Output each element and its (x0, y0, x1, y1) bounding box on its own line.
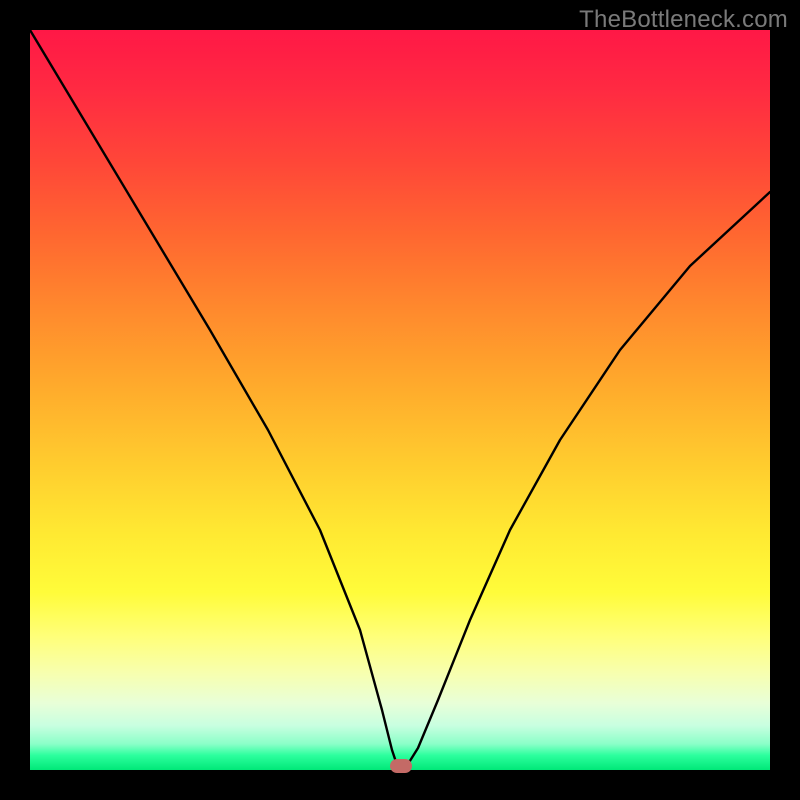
chart-plot-area (30, 30, 770, 770)
optimal-marker (390, 759, 412, 773)
watermark-text: TheBottleneck.com (579, 6, 788, 34)
